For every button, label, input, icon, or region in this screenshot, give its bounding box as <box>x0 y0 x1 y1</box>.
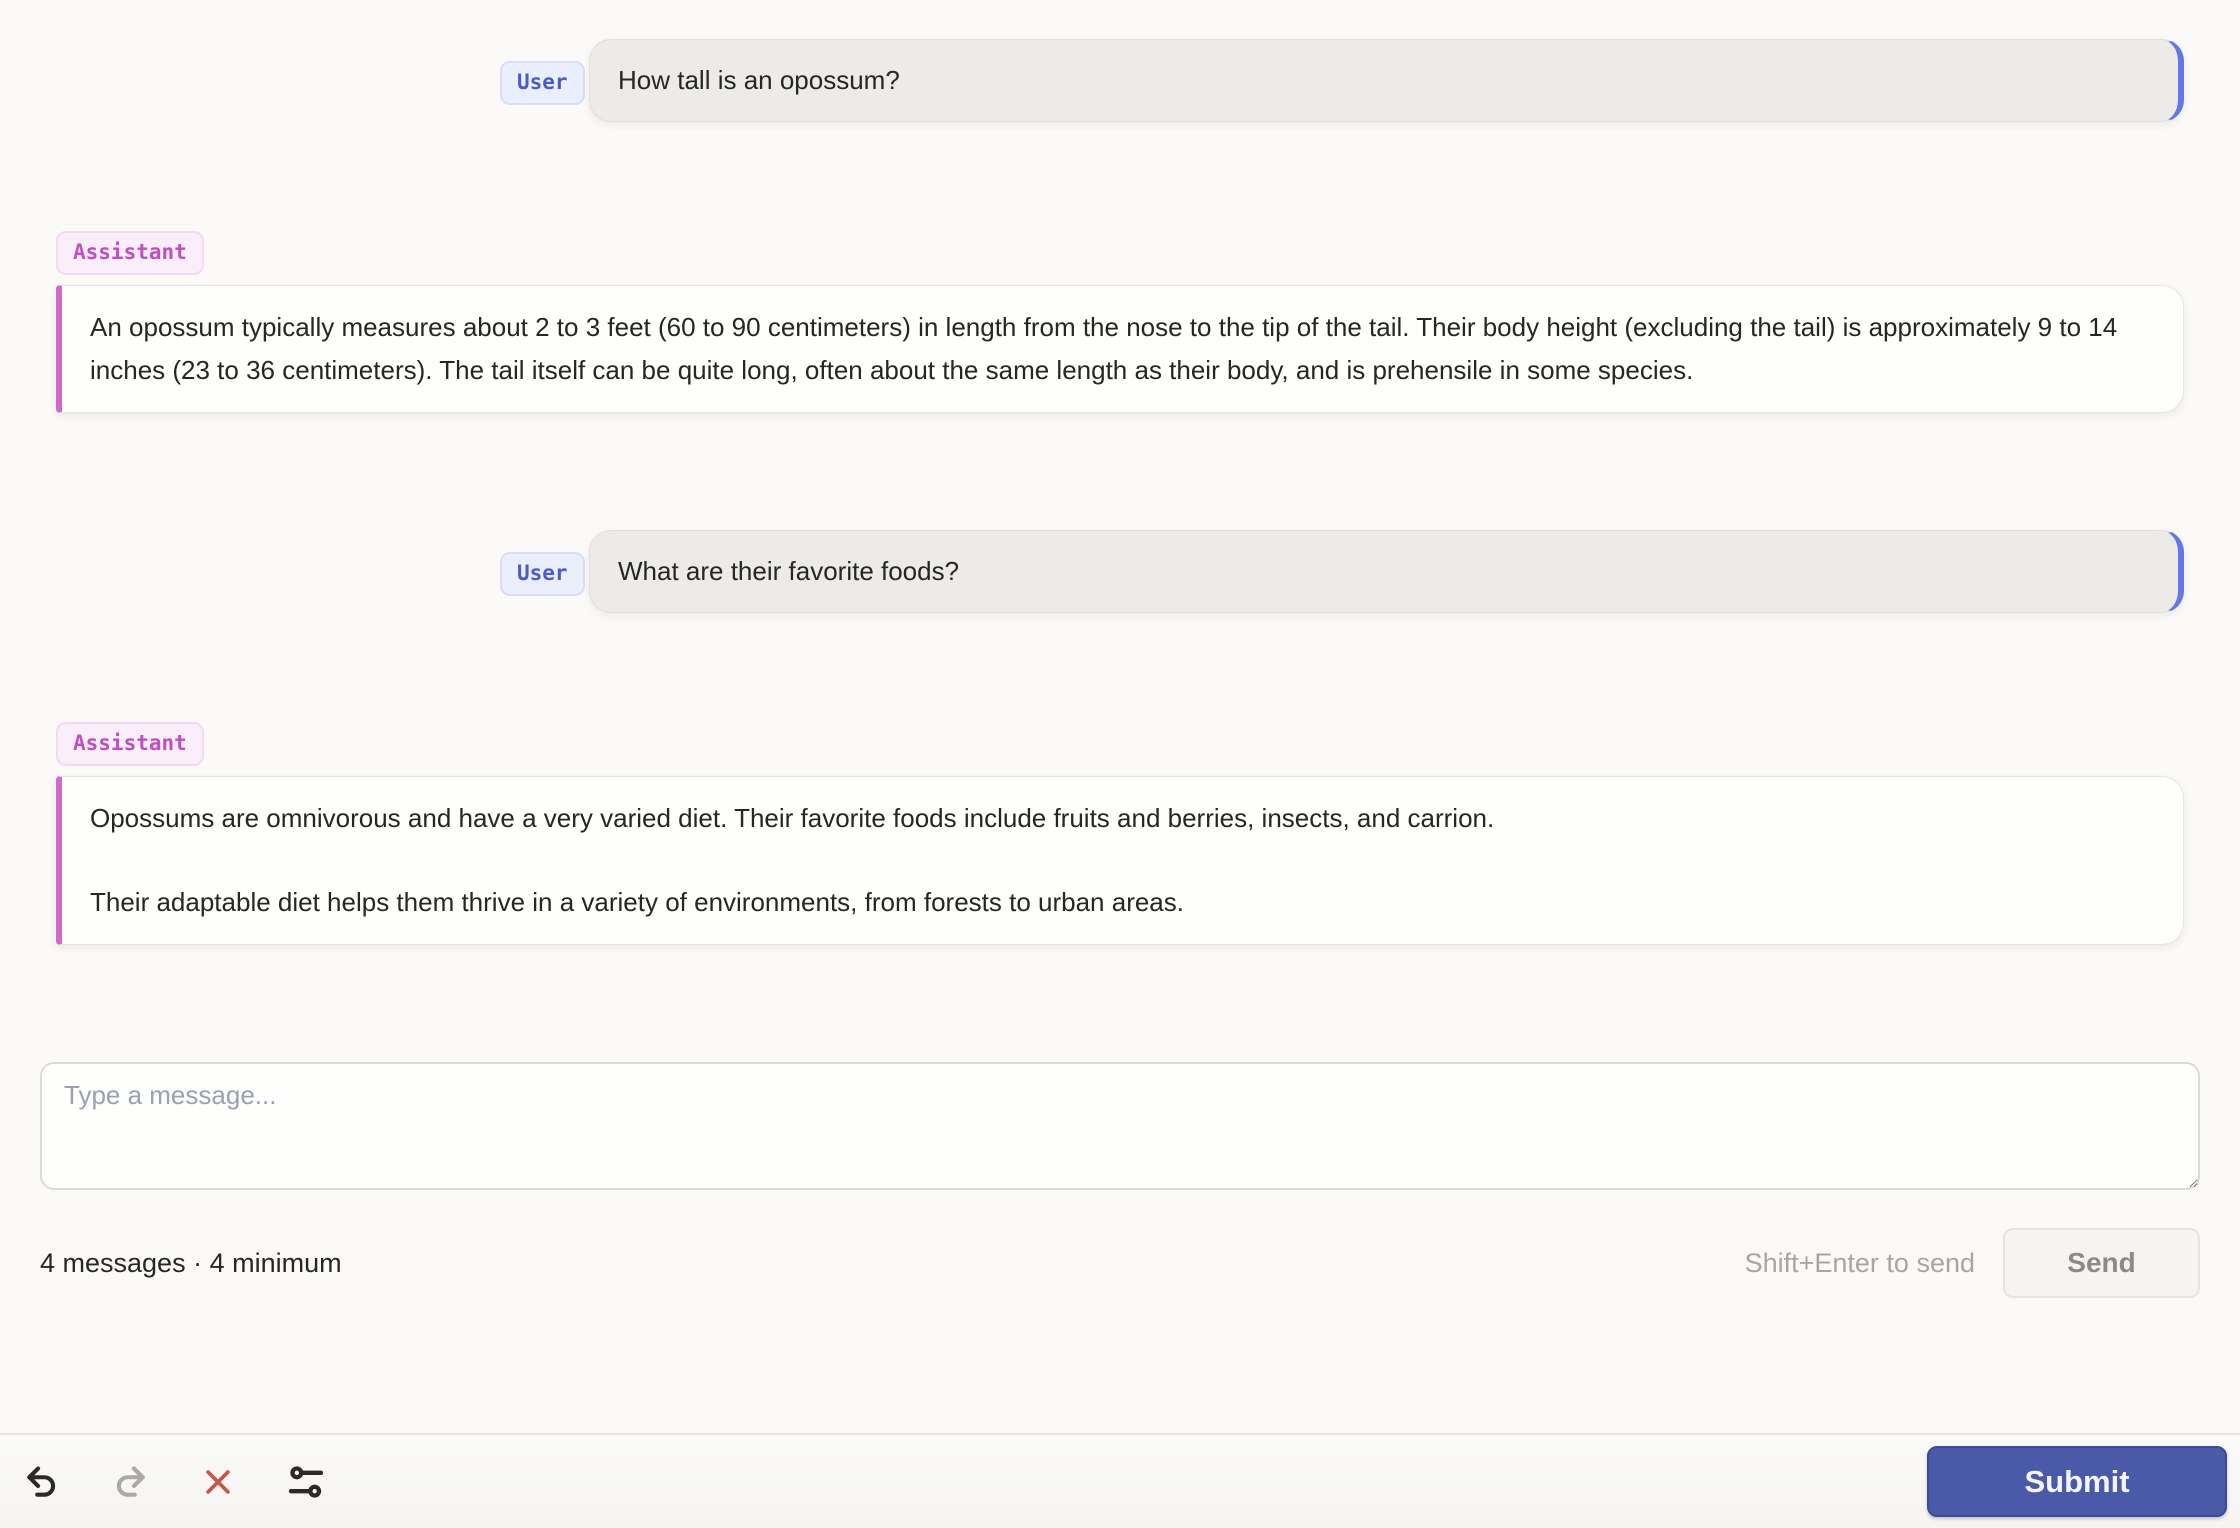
redo-icon <box>111 1463 149 1501</box>
redo-button[interactable] <box>108 1460 152 1504</box>
undo-button[interactable] <box>20 1460 64 1504</box>
message-group-assistant-2: Assistant Opossums are omnivorous and ha… <box>56 722 2184 945</box>
assistant-message-bubble: Opossums are omnivorous and have a very … <box>56 776 2184 945</box>
clear-button[interactable] <box>196 1460 240 1504</box>
user-message-text: How tall is an opossum? <box>618 65 900 95</box>
user-message-bubble: How tall is an opossum? <box>589 39 2184 122</box>
message-count-status: 4 messages · 4 minimum <box>40 1247 342 1278</box>
message-group-assistant-1: Assistant An opossum typically measures … <box>56 231 2184 413</box>
role-badge-user: User <box>499 552 585 596</box>
message-group-user-1: User How tall is an opossum? <box>56 29 2184 122</box>
close-icon <box>201 1465 235 1499</box>
role-badge-assistant: Assistant <box>56 231 204 275</box>
role-badge-user: User <box>499 61 585 105</box>
undo-icon <box>23 1463 61 1501</box>
user-message-text: What are their favorite foods? <box>618 556 960 586</box>
composer-status-row: 4 messages · 4 minimum Shift+Enter to se… <box>40 1228 2200 1298</box>
assistant-message-text: An opossum typically measures about 2 to… <box>90 312 2118 385</box>
role-badge-assistant: Assistant <box>56 722 204 766</box>
send-button[interactable]: Send <box>2003 1228 2200 1298</box>
bottom-toolbar: Submit <box>0 1433 2240 1528</box>
user-message-bubble: What are their favorite foods? <box>589 530 2184 613</box>
message-list: User How tall is an opossum? Assistant A… <box>40 29 2200 945</box>
sliders-icon <box>286 1462 326 1502</box>
submit-button[interactable]: Submit <box>1927 1446 2227 1517</box>
message-group-user-2: User What are their favorite foods? <box>56 520 2184 613</box>
chat-area: User How tall is an opossum? Assistant A… <box>0 29 2240 1298</box>
assistant-message-paragraph: Their adaptable diet helps them thrive i… <box>90 887 1184 917</box>
composer: 4 messages · 4 minimum Shift+Enter to se… <box>40 1062 2200 1298</box>
message-input[interactable] <box>40 1062 2200 1190</box>
send-shortcut-hint: Shift+Enter to send <box>1744 1247 1975 1278</box>
settings-button[interactable] <box>284 1460 328 1504</box>
assistant-message-bubble: An opossum typically measures about 2 to… <box>56 285 2184 413</box>
assistant-message-paragraph: Opossums are omnivorous and have a very … <box>90 803 1495 833</box>
